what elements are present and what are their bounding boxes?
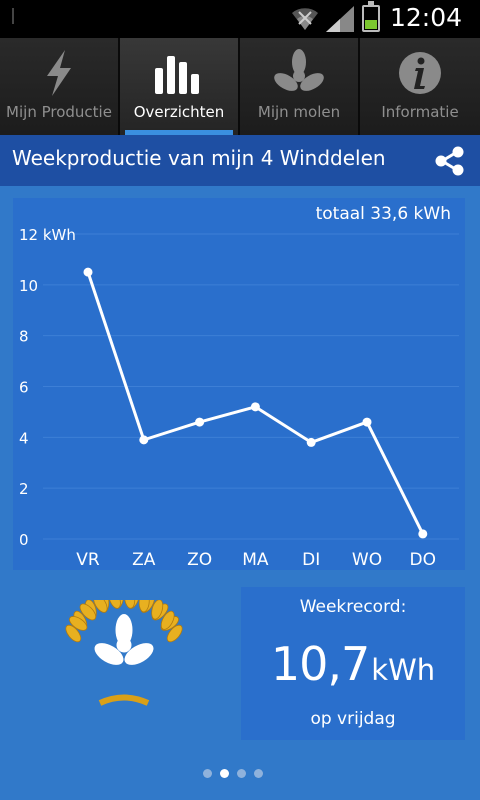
page-indicator[interactable] bbox=[203, 769, 263, 778]
tab-label: Informatie bbox=[381, 103, 459, 121]
y-tick-label: 4 bbox=[19, 429, 29, 447]
record-label: Weekrecord: bbox=[299, 597, 407, 617]
data-point bbox=[250, 402, 260, 412]
x-tick-label: DI bbox=[302, 550, 320, 570]
info-icon bbox=[399, 52, 441, 94]
status-bar: 12:04 bbox=[0, 0, 480, 38]
signal-icon bbox=[326, 6, 354, 32]
y-tick-label: 6 bbox=[19, 379, 29, 397]
tab-mijn-productie[interactable]: Mijn Productie bbox=[0, 38, 120, 135]
y-tick-label: 8 bbox=[19, 328, 29, 346]
y-tick-label: 12 kWh bbox=[19, 226, 76, 244]
laurel-leaf bbox=[124, 600, 136, 609]
tab-label: Overzichten bbox=[133, 103, 225, 121]
y-tick-label: 10 bbox=[19, 277, 38, 295]
record-value-group: 10,7kWh bbox=[241, 637, 465, 691]
page-dot[interactable] bbox=[220, 769, 229, 778]
x-tick-label: MA bbox=[242, 550, 269, 570]
data-point bbox=[139, 435, 149, 445]
record-day: op vrijdag bbox=[310, 709, 396, 729]
tab-bar: Mijn Productie Overzichten Mijn molen In… bbox=[0, 38, 480, 135]
battery-icon bbox=[362, 1, 380, 32]
x-tick-label: ZO bbox=[187, 550, 212, 570]
data-point bbox=[306, 437, 316, 447]
data-point bbox=[83, 267, 93, 277]
tab-label: Mijn Productie bbox=[6, 103, 112, 121]
data-point bbox=[418, 529, 428, 539]
data-point bbox=[195, 417, 205, 427]
x-tick-label: VR bbox=[76, 550, 100, 570]
windmill-icon bbox=[274, 49, 324, 91]
share-icon[interactable] bbox=[432, 145, 468, 177]
page-header: Weekproductie van mijn 4 Winddelen bbox=[0, 135, 480, 186]
x-tick-label: WO bbox=[352, 550, 382, 570]
trophy-windmill-icon bbox=[65, 600, 183, 706]
notification-icon bbox=[12, 8, 14, 24]
x-tick-label: DO bbox=[410, 550, 436, 570]
y-tick-label: 2 bbox=[19, 480, 29, 498]
tab-overzichten[interactable]: Overzichten bbox=[120, 38, 240, 135]
wifi-icon bbox=[292, 8, 318, 30]
bar-chart-icon bbox=[155, 56, 199, 94]
record-unit: kWh bbox=[371, 653, 436, 687]
clock: 12:04 bbox=[390, 3, 463, 32]
page-title: Weekproductie van mijn 4 Winddelen bbox=[12, 146, 386, 170]
x-tick-label: ZA bbox=[132, 550, 156, 570]
data-point bbox=[362, 417, 372, 427]
tab-label: Mijn molen bbox=[257, 103, 341, 121]
line-chart: 0 2 4 6 8 10 12 kWh VR ZA ZO MA DI WO DO bbox=[19, 226, 459, 570]
y-tick-label: 0 bbox=[19, 531, 29, 549]
page-dot[interactable] bbox=[237, 769, 246, 778]
page-dot[interactable] bbox=[254, 769, 263, 778]
week-record-card: Weekrecord: 10,7kWh op vrijdag bbox=[241, 587, 465, 740]
tab-informatie[interactable]: Informatie bbox=[360, 38, 480, 135]
lightning-icon bbox=[47, 50, 71, 96]
tab-mijn-molen[interactable]: Mijn molen bbox=[240, 38, 360, 135]
week-chart: totaal 33,6 kWh 0 2 4 6 8 10 12 kWh VR ZA ZO MA DI W… bbox=[13, 198, 465, 570]
record-value: 10,7 bbox=[270, 637, 370, 691]
page-dot[interactable] bbox=[203, 769, 212, 778]
